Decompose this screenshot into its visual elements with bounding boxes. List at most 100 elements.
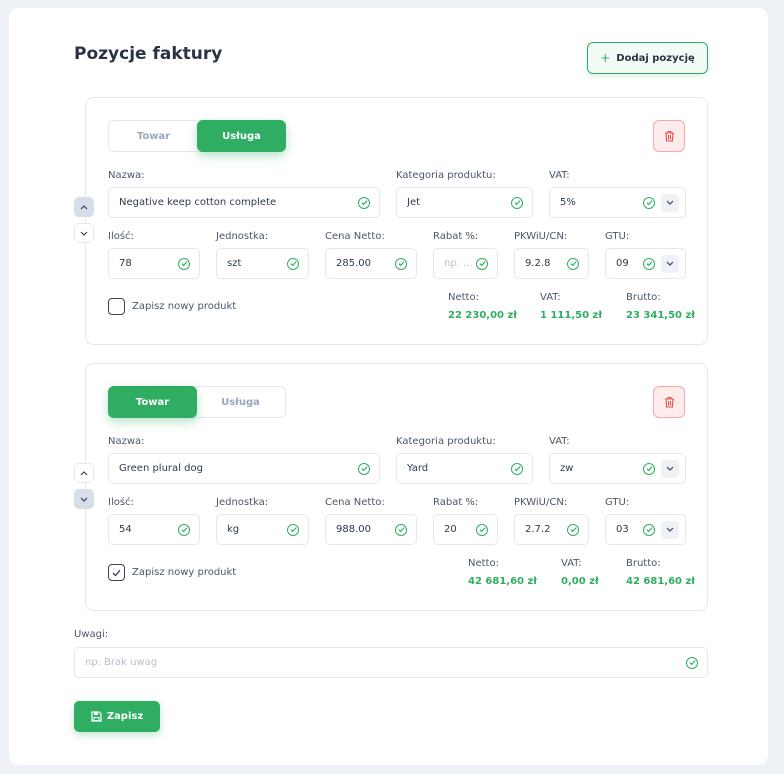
check-circle-icon bbox=[643, 462, 655, 475]
type-option-towar[interactable]: Towar bbox=[109, 121, 198, 151]
save-product-checkbox[interactable]: Zapisz nowy produkt bbox=[108, 298, 236, 315]
move-up-button[interactable] bbox=[74, 463, 94, 483]
add-item-label: Dodaj pozycję bbox=[616, 52, 695, 64]
check-circle-icon bbox=[178, 257, 190, 270]
kategoria-input[interactable]: Yard bbox=[396, 453, 533, 484]
label-nazwa: Nazwa: bbox=[108, 436, 145, 447]
trash-icon bbox=[664, 396, 674, 408]
vat-sum-label: VAT: bbox=[540, 292, 561, 303]
label-cena: Cena Netto: bbox=[325, 497, 385, 508]
kategoria-input[interactable]: Jet bbox=[396, 187, 533, 218]
gtu-select[interactable]: 03 bbox=[605, 514, 686, 545]
ilosc-input[interactable]: 54 bbox=[108, 514, 200, 545]
label-kategoria: Kategoria produktu: bbox=[396, 436, 496, 447]
invoice-item-card-2: Towar Usługa Nazwa: Kategoria produktu: … bbox=[85, 363, 708, 611]
save-button[interactable]: Zapisz bbox=[74, 701, 160, 732]
brutto-label: Brutto: bbox=[626, 558, 661, 569]
check-circle-icon bbox=[643, 196, 655, 209]
vat-sum-label: VAT: bbox=[561, 558, 582, 569]
label-gtu: GTU: bbox=[605, 497, 630, 508]
check-circle-icon bbox=[178, 523, 190, 536]
vat-select[interactable]: zw bbox=[549, 453, 686, 484]
check-circle-icon bbox=[686, 656, 698, 669]
check-circle-icon bbox=[567, 257, 579, 270]
move-down-button[interactable] bbox=[74, 489, 94, 509]
move-down-button[interactable] bbox=[74, 223, 94, 243]
check-circle-icon bbox=[395, 523, 407, 536]
vat-value: 0,00 zł bbox=[561, 576, 599, 587]
item-type-toggle: Towar Usługa bbox=[108, 386, 286, 418]
label-vat: VAT: bbox=[549, 170, 570, 181]
type-option-towar[interactable]: Towar bbox=[108, 386, 197, 418]
chevron-down-icon[interactable] bbox=[661, 520, 679, 539]
pkwiu-input[interactable]: 9.2.8 bbox=[514, 248, 589, 279]
notes-label: Uwagi: bbox=[74, 629, 109, 640]
chevron-down-icon[interactable] bbox=[661, 459, 679, 478]
cena-netto-input[interactable]: 285.00 bbox=[325, 248, 417, 279]
checkbox-checked[interactable] bbox=[108, 564, 125, 581]
item-type-toggle: Towar Usługa bbox=[108, 120, 286, 152]
rabat-input[interactable]: 20 bbox=[433, 514, 498, 545]
invoice-item-card-1: Towar Usługa Nazwa: Kategoria produktu: … bbox=[85, 97, 708, 345]
check-circle-icon bbox=[358, 462, 370, 475]
netto-value: 42 681,60 zł bbox=[468, 576, 537, 587]
gtu-select[interactable]: 09 bbox=[605, 248, 686, 279]
nazwa-input[interactable]: Green plural dog bbox=[108, 453, 380, 484]
check-circle-icon bbox=[287, 257, 299, 270]
type-option-usluga[interactable]: Usługa bbox=[197, 120, 286, 152]
brutto-label: Brutto: bbox=[626, 292, 661, 303]
pkwiu-input[interactable]: 2.7.2 bbox=[514, 514, 589, 545]
chevron-up-icon bbox=[80, 470, 88, 475]
chevron-down-icon bbox=[80, 497, 88, 502]
check-circle-icon bbox=[511, 196, 523, 209]
chevron-down-icon[interactable] bbox=[661, 193, 679, 212]
netto-label: Netto: bbox=[448, 292, 479, 303]
nazwa-input[interactable]: Negative keep cotton complete bbox=[108, 187, 380, 218]
trash-icon bbox=[664, 130, 674, 142]
check-circle-icon bbox=[567, 523, 579, 536]
check-circle-icon bbox=[643, 523, 655, 536]
netto-value: 22 230,00 zł bbox=[448, 310, 517, 321]
label-cena: Cena Netto: bbox=[325, 231, 385, 242]
brutto-value: 42 681,60 zł bbox=[626, 576, 695, 587]
ilosc-input[interactable]: 78 bbox=[108, 248, 200, 279]
vat-select[interactable]: 5% bbox=[549, 187, 686, 218]
check-circle-icon bbox=[511, 462, 523, 475]
check-circle-icon bbox=[476, 523, 488, 536]
label-gtu: GTU: bbox=[605, 231, 630, 242]
label-pkwiu: PKWiU/CN: bbox=[514, 231, 568, 242]
checkbox-empty[interactable] bbox=[108, 298, 125, 315]
netto-label: Netto: bbox=[468, 558, 499, 569]
cena-netto-input[interactable]: 988.00 bbox=[325, 514, 417, 545]
plus-icon: + bbox=[600, 51, 611, 65]
label-jednostka: Jednostka: bbox=[216, 231, 269, 242]
delete-item-button[interactable] bbox=[653, 120, 685, 152]
jednostka-input[interactable]: szt bbox=[216, 248, 309, 279]
add-item-button[interactable]: + Dodaj pozycję bbox=[587, 42, 708, 74]
label-rabat: Rabat %: bbox=[433, 497, 479, 508]
page-title: Pozycje faktury bbox=[74, 44, 223, 64]
checkmark-icon bbox=[112, 569, 121, 576]
jednostka-input[interactable]: kg bbox=[216, 514, 309, 545]
chevron-down-icon bbox=[80, 231, 88, 236]
label-ilosc: Ilość: bbox=[108, 231, 134, 242]
rabat-input[interactable]: np. ... bbox=[433, 248, 498, 279]
check-circle-icon bbox=[643, 257, 655, 270]
check-circle-icon bbox=[476, 257, 488, 270]
label-rabat: Rabat %: bbox=[433, 231, 479, 242]
save-product-checkbox[interactable]: Zapisz nowy produkt bbox=[108, 564, 236, 581]
label-jednostka: Jednostka: bbox=[216, 497, 269, 508]
move-up-button[interactable] bbox=[74, 197, 94, 217]
label-nazwa: Nazwa: bbox=[108, 170, 145, 181]
notes-input[interactable]: np. Brak uwag bbox=[74, 647, 708, 678]
label-vat: VAT: bbox=[549, 436, 570, 447]
check-circle-icon bbox=[287, 523, 299, 536]
type-option-usluga[interactable]: Usługa bbox=[196, 387, 285, 417]
check-circle-icon bbox=[358, 196, 370, 209]
vat-value: 1 111,50 zł bbox=[540, 310, 603, 321]
chevron-down-icon[interactable] bbox=[661, 254, 679, 273]
floppy-disk-icon bbox=[91, 711, 102, 722]
label-pkwiu: PKWiU/CN: bbox=[514, 497, 568, 508]
delete-item-button[interactable] bbox=[653, 386, 685, 418]
label-ilosc: Ilość: bbox=[108, 497, 134, 508]
